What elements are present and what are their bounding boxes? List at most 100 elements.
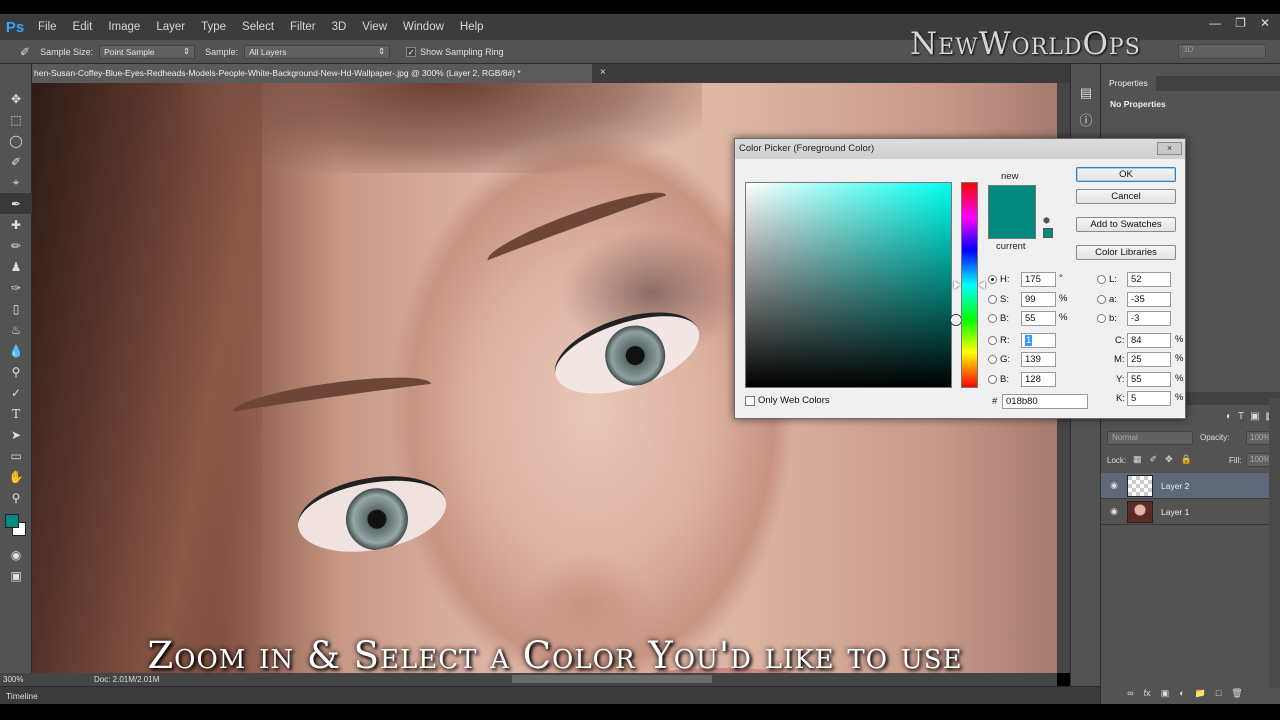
healing-brush-tool-icon[interactable]: ✚	[0, 214, 32, 235]
hand-tool-icon[interactable]: ✋	[0, 466, 32, 487]
layer-style-icon[interactable]: fx	[1144, 688, 1151, 704]
clone-stamp-tool-icon[interactable]: ♟	[0, 256, 32, 277]
brightness-radio[interactable]	[988, 314, 997, 323]
color-field[interactable]	[745, 182, 961, 388]
timeline-panel-tab[interactable]: Timeline	[0, 686, 1100, 704]
link-layers-icon[interactable]: ∞	[1127, 688, 1133, 704]
blur-tool-icon[interactable]: 💧	[0, 340, 32, 361]
document-tab[interactable]: hen-Susan-Coffey-Blue-Eyes-Redheads-Mode…	[32, 64, 592, 83]
zoom-tool-icon[interactable]: ⚲	[0, 487, 32, 508]
crop-tool-icon[interactable]: ⌖	[0, 172, 32, 193]
lab-a-radio[interactable]	[1097, 295, 1106, 304]
filter-shape-icon[interactable]: ▣	[1250, 411, 1259, 422]
sample-select[interactable]: All Layers ⇕	[244, 44, 391, 59]
only-web-colors-checkbox[interactable]	[745, 396, 755, 406]
eyedropper-preset-icon[interactable]: ✐	[20, 45, 30, 59]
menu-layer[interactable]: Layer	[148, 21, 193, 33]
current-color-swatch[interactable]	[988, 212, 1036, 239]
lock-all-icon[interactable]: 🔒	[1181, 454, 1192, 465]
layers-scrollbar[interactable]	[1269, 398, 1280, 688]
blue-radio[interactable]	[988, 375, 997, 384]
dialog-close-button[interactable]: ×	[1157, 142, 1182, 155]
show-sampling-ring-checkbox[interactable]: ✓	[406, 46, 417, 57]
hex-input[interactable]: 018b80	[1002, 394, 1088, 409]
layer-row-layer-2[interactable]: ◉ Layer 2	[1101, 473, 1269, 499]
out-of-gamut-cube-icon[interactable]: ⬢	[1043, 216, 1052, 225]
brightness-input[interactable]: 55	[1021, 311, 1056, 326]
new-group-icon[interactable]: 📁	[1195, 688, 1206, 704]
add-to-swatches-button[interactable]: Add to Swatches	[1076, 217, 1176, 232]
adjustment-layer-icon[interactable]: ◐	[1179, 688, 1184, 704]
menu-window[interactable]: Window	[395, 21, 452, 33]
hue-slider-arrow-left[interactable]	[954, 281, 960, 289]
hue-slider[interactable]	[961, 182, 978, 388]
foreground-color-swatch[interactable]	[5, 514, 19, 528]
hue-radio[interactable]	[988, 275, 997, 284]
cyan-input[interactable]: 84	[1127, 333, 1171, 348]
new-layer-icon[interactable]: □	[1216, 688, 1221, 704]
web-safe-color-icon[interactable]	[1043, 228, 1053, 238]
workspace-select[interactable]: 3D	[1178, 44, 1266, 59]
color-field-marker[interactable]	[951, 315, 961, 325]
hue-slider-arrow-right[interactable]	[979, 281, 985, 289]
marquee-tool-icon[interactable]: ⬚	[0, 109, 32, 130]
filter-type-icon[interactable]: T	[1238, 411, 1244, 422]
menu-filter[interactable]: Filter	[282, 21, 324, 33]
dodge-tool-icon[interactable]: ⚲	[0, 361, 32, 382]
pen-tool-icon[interactable]: ✓	[0, 382, 32, 403]
menu-type[interactable]: Type	[193, 21, 234, 33]
paint-bucket-tool-icon[interactable]: ♨	[0, 319, 32, 340]
add-mask-icon[interactable]: ▣	[1161, 688, 1170, 704]
blue-input[interactable]: 128	[1021, 372, 1056, 387]
move-tool-icon[interactable]: ✥	[0, 88, 32, 109]
menu-help[interactable]: Help	[452, 21, 492, 33]
menu-select[interactable]: Select	[234, 21, 282, 33]
zoom-level[interactable]: 300%	[3, 673, 23, 686]
close-icon[interactable]: ✕	[1260, 16, 1270, 30]
ok-button[interactable]: OK	[1076, 167, 1176, 182]
menu-file[interactable]: File	[30, 21, 65, 33]
blend-mode-select[interactable]: Normal	[1107, 431, 1193, 445]
magenta-input[interactable]: 25	[1127, 352, 1171, 367]
minimize-icon[interactable]: —	[1209, 16, 1221, 30]
eyedropper-tool-icon[interactable]: ✒	[0, 193, 32, 214]
cancel-button[interactable]: Cancel	[1076, 189, 1176, 204]
lasso-tool-icon[interactable]: ◯	[0, 130, 32, 151]
layer-row-layer-1[interactable]: ◉ Layer 1	[1101, 499, 1269, 525]
green-input[interactable]: 139	[1021, 352, 1056, 367]
lock-pixels-icon[interactable]: ✐	[1150, 454, 1158, 465]
black-input[interactable]: 5	[1127, 391, 1171, 406]
visibility-eye-icon[interactable]: ◉	[1101, 506, 1127, 517]
menu-3d[interactable]: 3D	[324, 21, 355, 33]
lab-l-input[interactable]: 52	[1127, 272, 1171, 287]
hue-input[interactable]: 175	[1021, 272, 1056, 287]
path-selection-tool-icon[interactable]: ➤	[0, 424, 32, 445]
rectangle-tool-icon[interactable]: ▭	[0, 445, 32, 466]
lab-a-input[interactable]: -35	[1127, 292, 1171, 307]
brush-tool-icon[interactable]: ✏	[0, 235, 32, 256]
info-icon[interactable]: ⓘ	[1071, 106, 1101, 132]
saturation-input[interactable]: 99	[1021, 292, 1056, 307]
red-input[interactable]: 1	[1021, 333, 1056, 348]
restore-icon[interactable]: ❐	[1235, 16, 1246, 30]
screen-mode-icon[interactable]: ▣	[0, 565, 32, 586]
properties-tab[interactable]: Properties	[1101, 76, 1156, 91]
saturation-radio[interactable]	[988, 295, 997, 304]
quick-mask-icon[interactable]: ◉	[0, 544, 32, 565]
visibility-eye-icon[interactable]: ◉	[1101, 480, 1127, 491]
lab-l-radio[interactable]	[1097, 275, 1106, 284]
menu-image[interactable]: Image	[100, 21, 148, 33]
color-libraries-button[interactable]: Color Libraries	[1076, 245, 1176, 260]
yellow-input[interactable]: 55	[1127, 372, 1171, 387]
lab-b-radio[interactable]	[1097, 314, 1106, 323]
lab-b-input[interactable]: -3	[1127, 311, 1171, 326]
eraser-tool-icon[interactable]: ▯	[0, 298, 32, 319]
lock-position-icon[interactable]: ✥	[1165, 454, 1173, 465]
menu-edit[interactable]: Edit	[65, 21, 101, 33]
history-brush-tool-icon[interactable]: ✑	[0, 277, 32, 298]
document-close-icon[interactable]: ×	[600, 67, 606, 78]
type-tool-icon[interactable]: T	[0, 403, 32, 424]
sample-size-select[interactable]: Point Sample ⇕	[99, 44, 196, 59]
red-radio[interactable]	[988, 336, 997, 345]
lock-transparency-icon[interactable]: ▦	[1133, 454, 1142, 465]
